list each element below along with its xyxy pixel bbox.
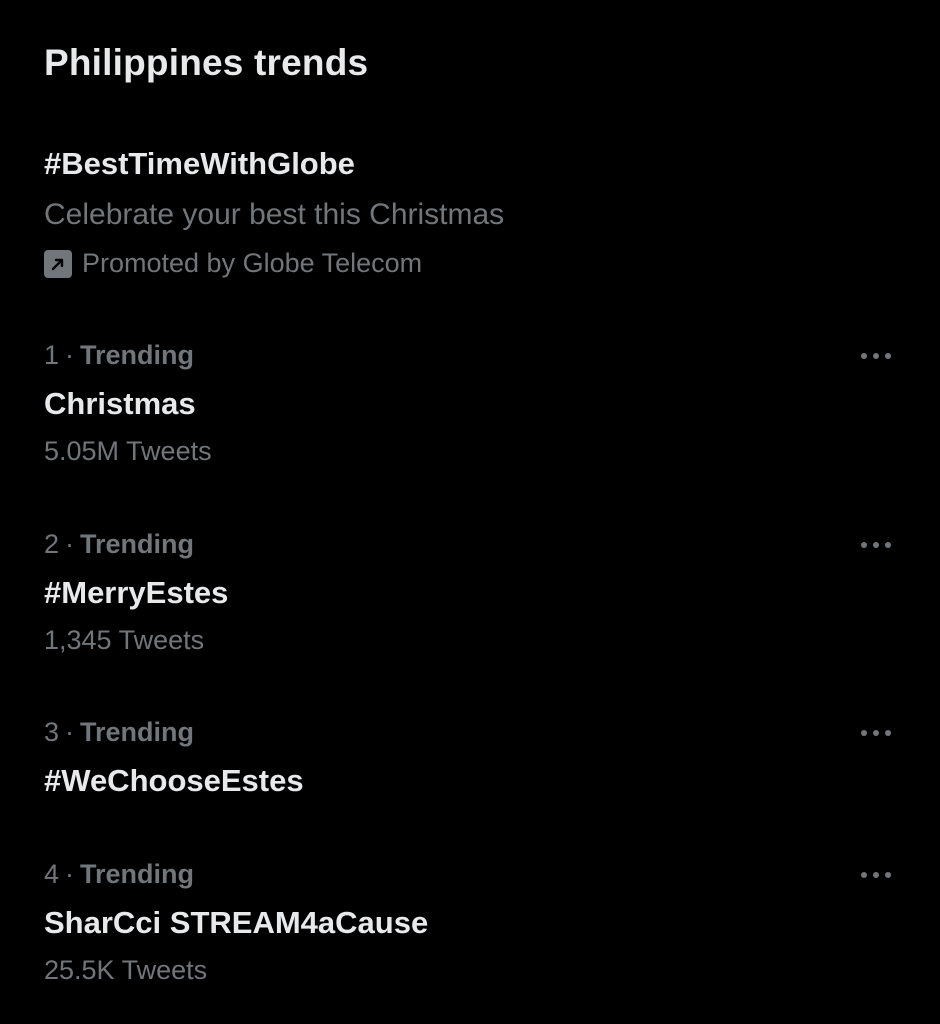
trend-name[interactable]: Christmas xyxy=(44,386,196,422)
trend-name[interactable]: #WeChooseEstes xyxy=(44,763,304,799)
more-options-button[interactable] xyxy=(856,533,896,557)
more-dots-icon xyxy=(861,542,891,548)
promoted-description: Celebrate your best this Christmas xyxy=(44,198,505,231)
trend-separator: · xyxy=(65,529,75,559)
trend-context: Trending xyxy=(80,717,195,747)
trend-item[interactable]: 1 · Trending Christmas 5.05M Tweets xyxy=(0,340,940,480)
more-dots-icon xyxy=(861,730,891,736)
trend-item[interactable]: 4 · Trending SharCci STREAM4aCause 25.5K T… xyxy=(0,859,940,999)
trend-context: Trending xyxy=(80,340,195,370)
trend-item[interactable]: 3 · Trending #WeChooseEstes xyxy=(0,717,940,817)
trend-rank: 4 xyxy=(44,859,60,889)
more-dots-icon xyxy=(861,872,891,878)
trend-item[interactable]: 2 · Trending #MerryEstes 1,345 Tweets xyxy=(0,529,940,669)
promoted-arrow-icon xyxy=(44,249,72,278)
promoted-trend[interactable]: #BestTimeWithGlobe Celebrate your best t… xyxy=(0,140,940,300)
promoted-hashtag[interactable]: #BestTimeWithGlobe xyxy=(44,146,355,182)
trend-meta: 1 · Trending xyxy=(44,340,194,371)
more-dots-icon xyxy=(861,353,891,359)
trend-rank: 3 xyxy=(44,717,60,747)
trend-name[interactable]: #MerryEstes xyxy=(44,575,228,611)
more-options-button[interactable] xyxy=(856,344,896,368)
trend-separator: · xyxy=(65,340,75,370)
trend-separator: · xyxy=(65,859,75,889)
trends-panel: Philippines trends #BestTimeWithGlobe Ce… xyxy=(0,0,940,1024)
trend-tweet-count: 1,345 Tweets xyxy=(44,625,205,655)
trend-context: Trending xyxy=(80,859,195,889)
more-options-button[interactable] xyxy=(856,863,896,887)
trend-context: Trending xyxy=(80,529,195,559)
trend-rank: 2 xyxy=(44,529,60,559)
trend-tweet-count: 25.5K Tweets xyxy=(44,955,208,985)
promoted-by-line: Promoted by Globe Telecom xyxy=(44,248,422,279)
trend-tweet-count: 5.05M Tweets xyxy=(44,436,212,466)
promoted-by-text: Promoted by Globe Telecom xyxy=(82,248,423,278)
trend-rank: 1 xyxy=(44,340,60,370)
trend-name[interactable]: SharCci STREAM4aCause xyxy=(44,905,428,941)
panel-title: Philippines trends xyxy=(44,42,369,83)
trend-meta: 3 · Trending xyxy=(44,717,194,748)
trend-separator: · xyxy=(65,717,75,747)
trend-meta: 2 · Trending xyxy=(44,529,194,560)
trend-meta: 4 · Trending xyxy=(44,859,194,890)
more-options-button[interactable] xyxy=(856,721,896,745)
